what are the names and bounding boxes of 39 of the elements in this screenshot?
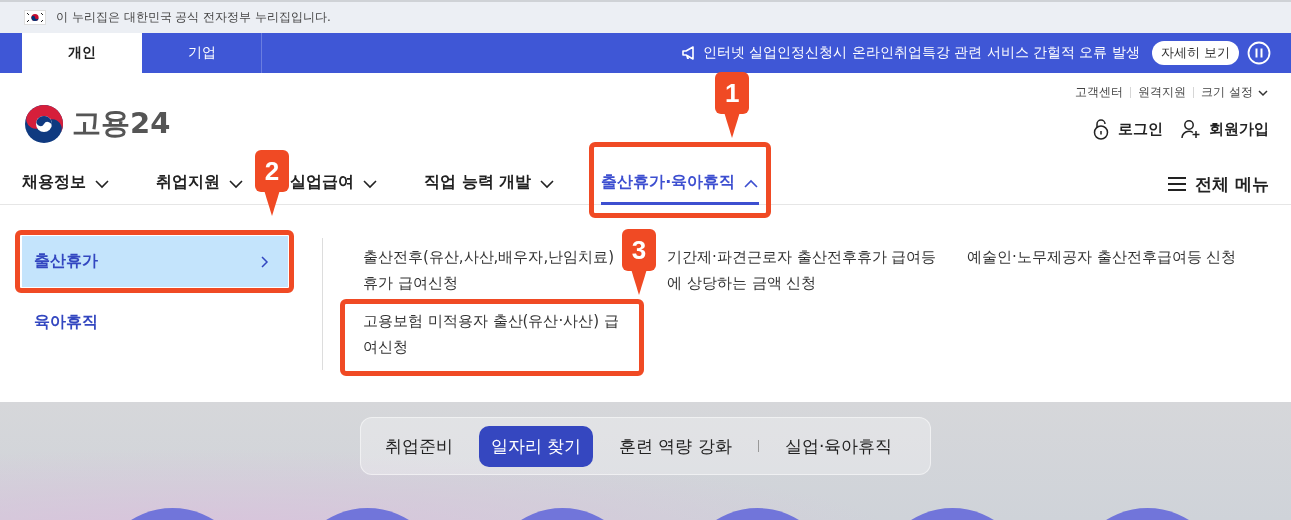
submenu-item[interactable]: 출산휴가 [22,236,288,287]
nav-menu-item[interactable]: 취업지원 [156,160,244,205]
all-menu-button[interactable]: 전체 메뉴 [1167,160,1269,205]
nav-menu-item[interactable]: 채용정보 [22,160,110,205]
submenu-link[interactable]: 고용보험 미적용자 출산(유산·사산) 급여신청 [363,308,625,360]
gov-banner-text: 이 누리집은 대한민국 공식 전자정부 누리집입니다. [56,9,331,26]
category-tab[interactable]: 실업·육아휴직 [772,425,905,467]
utility-link[interactable]: 원격지원 [1138,85,1187,100]
nav-menu-item[interactable]: 실업급여 [290,160,378,205]
submenu-link[interactable]: 출산전후(유산,사산,배우자,난임치료)휴가 급여신청 [363,244,625,296]
category-tab[interactable]: 취업준비 [372,425,465,467]
chevron-down-icon [539,177,556,191]
nav-menu-item[interactable]: 출산휴가·육아휴직 [601,160,760,205]
chevron-down-icon [228,177,244,191]
notice-text[interactable]: 인터넷 실업인정신청시 온라인취업특강 관련 서비스 간헐적 오류 발생 [702,44,1140,62]
utility-link[interactable]: 고객센터 [1075,85,1124,100]
submenu-item[interactable]: 육아휴직 [22,297,288,348]
login-link[interactable]: 로그인 [1092,118,1163,140]
user-plus-icon [1181,119,1201,139]
size-setting-dropdown[interactable]: 크기 설정 [1201,85,1269,100]
category-tab[interactable]: 훈련 역량 강화 [607,425,744,467]
audience-tab[interactable]: 개인 [22,33,142,73]
chevron-down-icon [362,177,378,191]
details-button[interactable]: 자세히 보기 [1151,41,1239,65]
audience-tab[interactable]: 기업 [142,33,262,73]
chevron-down-icon [94,177,110,191]
flag-icon [24,10,46,25]
menu-icon [1167,176,1188,192]
logo-text[interactable]: 고용24 [72,104,171,144]
submenu-link[interactable]: 기간제·파견근로자 출산전후휴가 급여등에 상당하는 금액 신청 [667,244,942,296]
pause-button[interactable] [1247,41,1271,65]
emblem-icon [24,104,64,144]
chevron-right-icon [260,254,270,269]
nav-menu-item[interactable]: 직업 능력 개발 [424,160,556,205]
megaphone-icon [680,45,697,61]
submenu-link[interactable]: 예술인·노무제공자 출산전후급여등 신청 [967,244,1237,270]
category-tab[interactable]: 일자리 찾기 [478,425,594,467]
signup-link[interactable]: 회원가입 [1181,118,1269,140]
padlock-icon [1092,118,1110,140]
